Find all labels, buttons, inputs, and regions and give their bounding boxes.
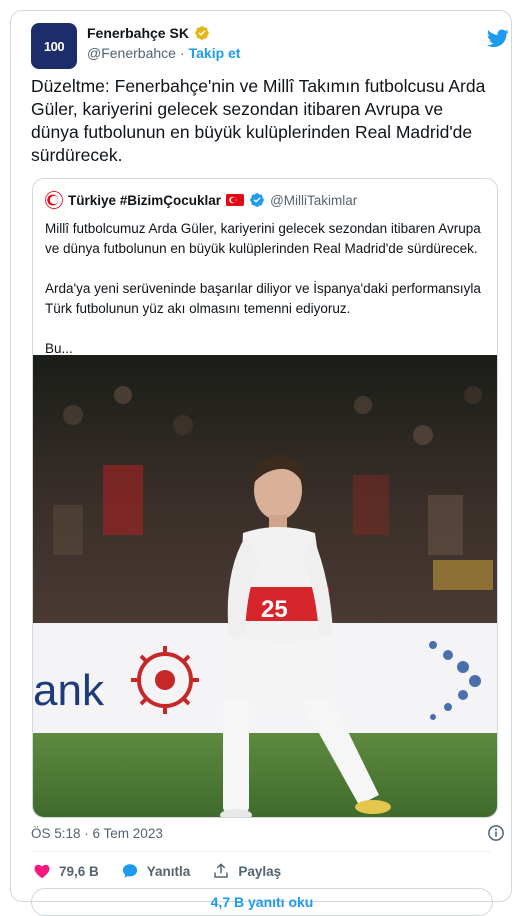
quoted-author-avatar[interactable] — [45, 191, 63, 209]
reply-bubble-icon — [122, 864, 137, 878]
reply-label: Yanıtla — [146, 863, 191, 879]
divider — [31, 851, 491, 852]
tweet-text: Düzeltme: Fenerbahçe'nin ve Millî Takımı… — [31, 76, 486, 165]
football-player-image: ank 25 — [33, 355, 497, 817]
quoted-verified-badge-icon — [250, 193, 264, 207]
like-button[interactable]: 79,6 B — [33, 862, 99, 880]
action-bar: 79,6 B Yanıtla Paylaş — [33, 862, 281, 880]
separator-dot: · — [179, 45, 185, 61]
follow-button[interactable]: Takip et — [189, 45, 241, 61]
quoted-author-handle[interactable]: @MilliTakimlar — [270, 193, 357, 208]
author-handle[interactable]: @Fenerbahce — [87, 45, 176, 61]
share-label: Paylaş — [238, 863, 282, 879]
reply-button[interactable]: Yanıtla — [121, 862, 191, 880]
board-text: ank — [33, 666, 105, 715]
tweet-meta: ÖS 5:18 · 6 Tem 2023 — [31, 824, 511, 842]
author-avatar[interactable]: 100 — [31, 23, 77, 69]
turkey-flag-icon — [226, 194, 245, 206]
tweet-header: 100 Fenerbahçe SK @Fenerbahce · Takip et — [31, 23, 511, 69]
quoted-tweet-photo[interactable]: ank 25 — [33, 355, 497, 817]
heart-icon — [34, 864, 50, 879]
avatar-logo-text: 100 — [43, 38, 65, 54]
share-icon — [214, 863, 229, 878]
info-icon[interactable] — [487, 824, 505, 842]
twitter-bird-icon[interactable] — [487, 27, 509, 49]
quoted-tweet-text: Millî futbolcumuz Arda Güler, kariyerini… — [45, 221, 481, 356]
verified-badge-icon — [195, 26, 209, 40]
tweet-timestamp[interactable]: ÖS 5:18 · 6 Tem 2023 — [31, 826, 163, 841]
share-button[interactable]: Paylaş — [212, 862, 281, 880]
jersey-number: 25 — [261, 596, 288, 623]
quoted-tweet-header: Türkiye #BizimÇocuklar @MilliTakimlar — [45, 191, 357, 209]
tweet-card: 100 Fenerbahçe SK @Fenerbahce · Takip et… — [10, 10, 512, 916]
author-name[interactable]: Fenerbahçe SK — [87, 25, 189, 41]
like-count: 79,6 B — [59, 863, 99, 879]
read-replies-button[interactable]: 4,7 B yanıtı oku — [31, 888, 493, 916]
quoted-author-name[interactable]: Türkiye #BizimÇocuklar — [68, 193, 221, 208]
quoted-tweet[interactable]: Türkiye #BizimÇocuklar @MilliTakimlar Mi… — [32, 178, 498, 818]
